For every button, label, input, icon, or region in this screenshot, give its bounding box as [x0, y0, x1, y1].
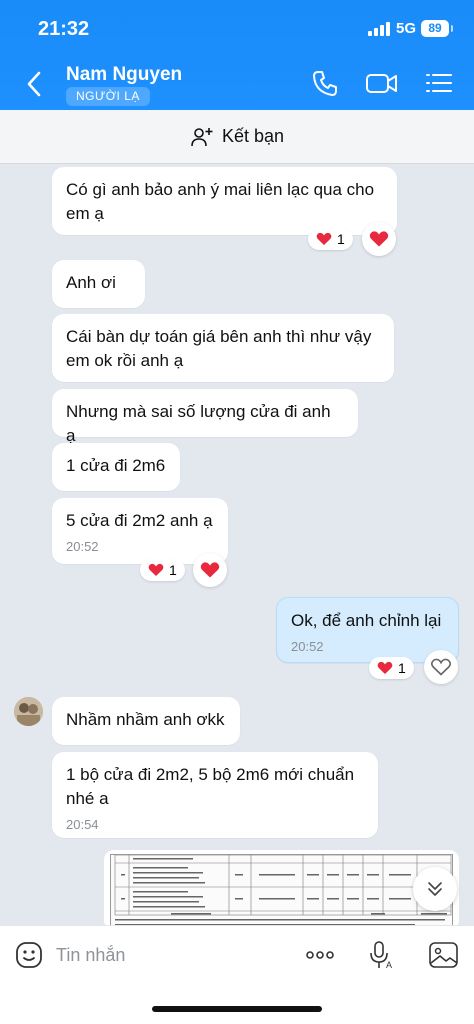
message-bubble[interactable]: Nhưng mà sai số lượng cửa đi anh ạ	[52, 389, 358, 445]
reaction-count-value: 1	[398, 660, 406, 676]
stranger-badge: NGƯỜI LẠ	[66, 87, 150, 106]
message-time: 20:54	[66, 817, 99, 832]
message-text: 1 bộ cửa đi 2m2, 5 bộ 2m6 mới chuẩn nhé …	[66, 765, 355, 808]
scroll-down-button[interactable]	[413, 867, 457, 911]
heart-icon	[377, 661, 393, 674]
add-friend-icon	[191, 127, 213, 146]
image-message[interactable]	[104, 850, 459, 930]
heart-outline-icon	[431, 658, 451, 676]
message-bubble[interactable]: 1 cửa đi 2m6	[52, 443, 180, 491]
voice-icon[interactable]: A	[366, 940, 398, 970]
message-bubble[interactable]: 1 bộ cửa đi 2m2, 5 bộ 2m6 mới chuẩn nhé …	[52, 752, 378, 838]
react-button[interactable]	[424, 650, 458, 684]
menu-icon[interactable]	[424, 68, 454, 98]
message-time: 20:52	[66, 539, 99, 554]
svg-text:A: A	[386, 960, 392, 970]
message-text: 1 cửa đi 2m6	[66, 456, 166, 475]
message-text: Có gì anh bảo anh ý mai liên lạc qua cho…	[66, 180, 375, 223]
more-icon[interactable]	[304, 940, 336, 970]
document-image	[110, 854, 453, 930]
message-input[interactable]	[56, 940, 286, 970]
status-bar: 21:32 5G 89	[0, 0, 474, 52]
status-time: 21:32	[38, 18, 90, 40]
sticker-icon[interactable]	[14, 940, 44, 970]
reaction-count[interactable]: 1	[140, 559, 185, 581]
message-time: 20:52	[291, 639, 324, 654]
message-text: Nhưng mà sai số lượng cửa đi anh ạ	[66, 402, 331, 445]
chevron-double-down-icon	[428, 882, 442, 896]
reaction-count-value: 1	[337, 231, 345, 247]
avatar[interactable]	[14, 697, 43, 726]
message-text: Cái bàn dự toán giá bên anh thì như vậy …	[66, 327, 372, 370]
heart-icon	[148, 563, 164, 576]
add-friend-button[interactable]: Kết bạn	[0, 110, 474, 164]
back-chevron-icon[interactable]	[22, 68, 48, 100]
message-bubble[interactable]: Có gì anh bảo anh ý mai liên lạc qua cho…	[52, 167, 397, 235]
network-label: 5G	[396, 20, 417, 37]
react-button[interactable]	[362, 222, 396, 256]
message-bubble[interactable]: Nhầm nhầm anh ơkk	[52, 697, 240, 745]
message-text: Anh ơi	[66, 273, 116, 292]
heart-icon	[316, 232, 332, 245]
add-friend-label: Kết bạn	[221, 126, 285, 146]
reaction-count[interactable]: 1	[308, 228, 353, 250]
message-bubble[interactable]: Cái bàn dự toán giá bên anh thì như vậy …	[52, 314, 394, 382]
chat-header: 21:32 5G 89 Nam Nguyen NGƯỜI LẠ	[0, 0, 474, 110]
image-icon[interactable]	[428, 940, 460, 970]
message-text: Nhầm nhầm anh ơkk	[66, 710, 225, 729]
message-bubble[interactable]: Anh ơi	[52, 260, 145, 308]
heart-icon	[200, 562, 220, 578]
signal-icon	[368, 22, 390, 36]
phone-icon[interactable]	[310, 68, 340, 98]
video-call-icon[interactable]	[365, 68, 399, 98]
react-button[interactable]	[193, 553, 227, 587]
reaction-count-value: 1	[169, 562, 177, 578]
reaction-count[interactable]: 1	[369, 657, 414, 679]
message-text: Ok, để anh chỉnh lại	[291, 611, 442, 630]
message-text: 5 cửa đi 2m2 anh ạ	[66, 511, 213, 530]
battery-icon: 89	[421, 20, 453, 37]
contact-name[interactable]: Nam Nguyen	[66, 64, 182, 86]
heart-icon	[369, 231, 389, 247]
home-indicator	[152, 1006, 322, 1012]
